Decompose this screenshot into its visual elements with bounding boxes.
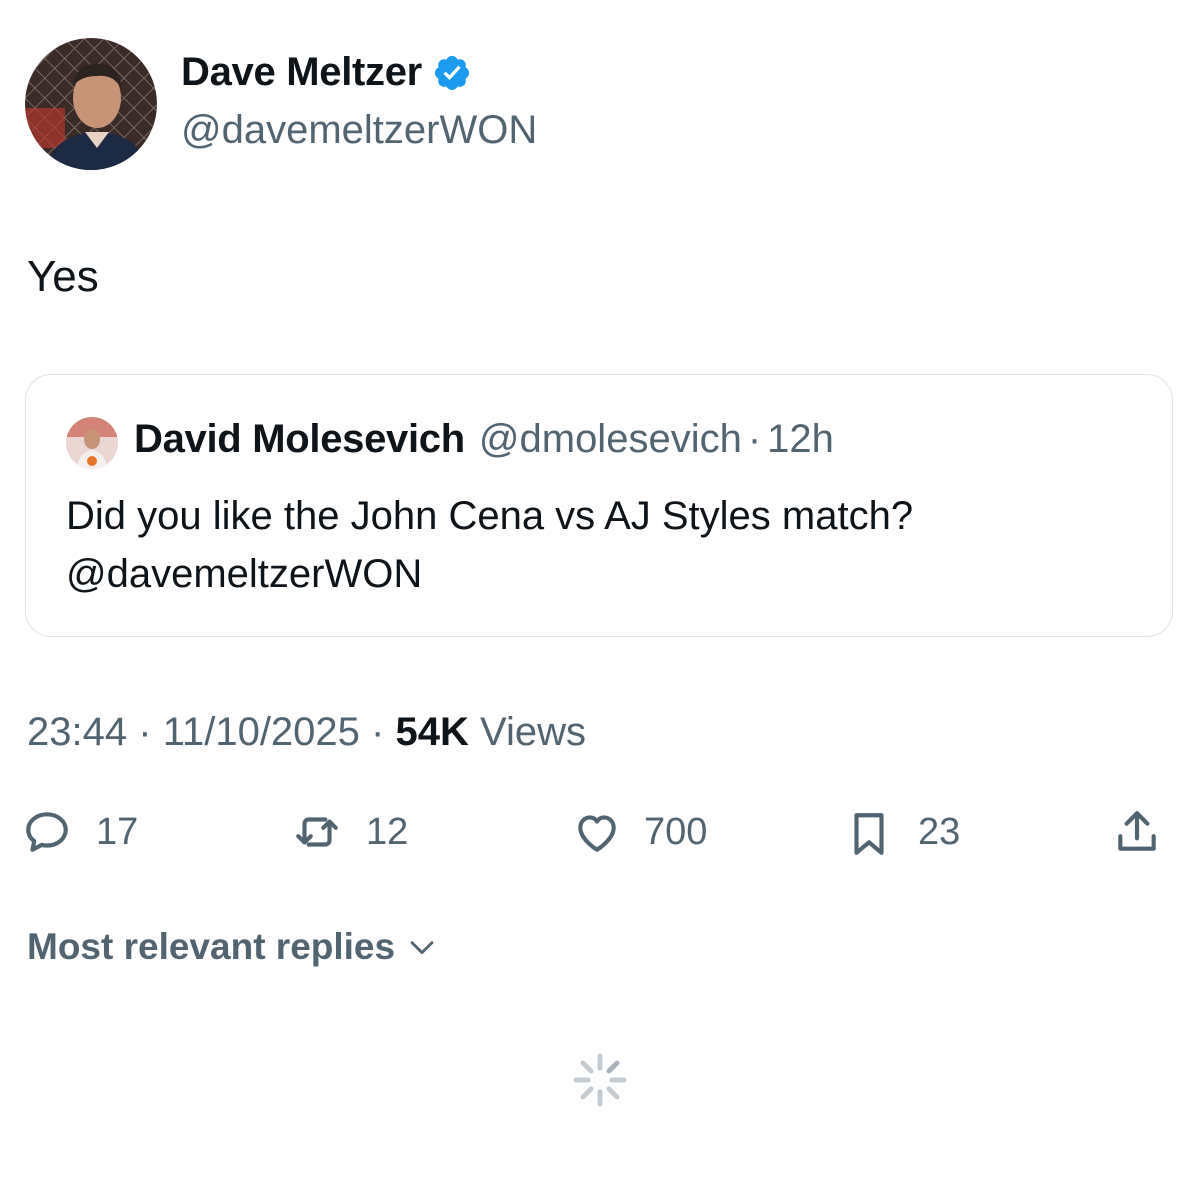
heart-icon [570, 807, 620, 857]
tweet-text: Yes [27, 252, 99, 301]
quote-separator: · [747, 417, 762, 461]
bookmark-count: 23 [918, 810, 961, 853]
verified-badge-icon [432, 53, 472, 93]
author-name-row: Dave Meltzer [181, 50, 472, 95]
like-count: 700 [644, 810, 708, 853]
quote-author-name: David Molesevich [134, 417, 465, 461]
chevron-down-icon [405, 930, 439, 964]
replies-sort-dropdown[interactable]: Most relevant replies [27, 926, 439, 968]
reply-button[interactable]: 17 [22, 800, 138, 864]
quote-author-handle: @dmolesevich [478, 417, 742, 461]
tweet-meta: 23:44 · 11/10/2025 · 54K Views [27, 710, 586, 755]
author-name[interactable]: Dave Meltzer [181, 50, 422, 95]
views-label: Views [480, 710, 586, 754]
repost-count: 12 [366, 810, 409, 853]
repost-button[interactable]: 12 [292, 800, 408, 864]
tweet-date[interactable]: 11/10/2025 [163, 710, 360, 754]
bookmark-button[interactable]: 23 [844, 800, 960, 864]
quoted-tweet-card[interactable]: David Molesevich @dmolesevich · 12h Did … [25, 374, 1173, 637]
loading-spinner-icon [570, 1050, 630, 1110]
bookmark-icon [844, 807, 894, 857]
tweet-time[interactable]: 23:44 [27, 710, 127, 754]
tweet-actions-bar: 17 12 700 23 [0, 800, 1200, 864]
views-count: 54K [395, 710, 469, 754]
tweet-detail-page: Dave Meltzer @davemeltzerWON Yes David M… [0, 0, 1200, 1200]
repost-icon [292, 807, 342, 857]
like-button[interactable]: 700 [570, 800, 707, 864]
reply-icon [22, 807, 72, 857]
author-handle[interactable]: @davemeltzerWON [181, 108, 537, 153]
meta-separator: · [371, 710, 385, 754]
author-avatar[interactable] [25, 38, 157, 170]
share-button[interactable] [1112, 800, 1162, 864]
replies-sort-label: Most relevant replies [27, 926, 396, 967]
reply-count: 17 [96, 810, 139, 853]
quote-text: Did you like the John Cena vs AJ Styles … [66, 494, 914, 596]
quote-time: 12h [767, 417, 834, 461]
share-icon [1112, 807, 1162, 857]
quote-author-avatar [66, 417, 118, 469]
meta-separator: · [138, 710, 152, 754]
quote-header: David Molesevich @dmolesevich · 12h [134, 417, 834, 462]
